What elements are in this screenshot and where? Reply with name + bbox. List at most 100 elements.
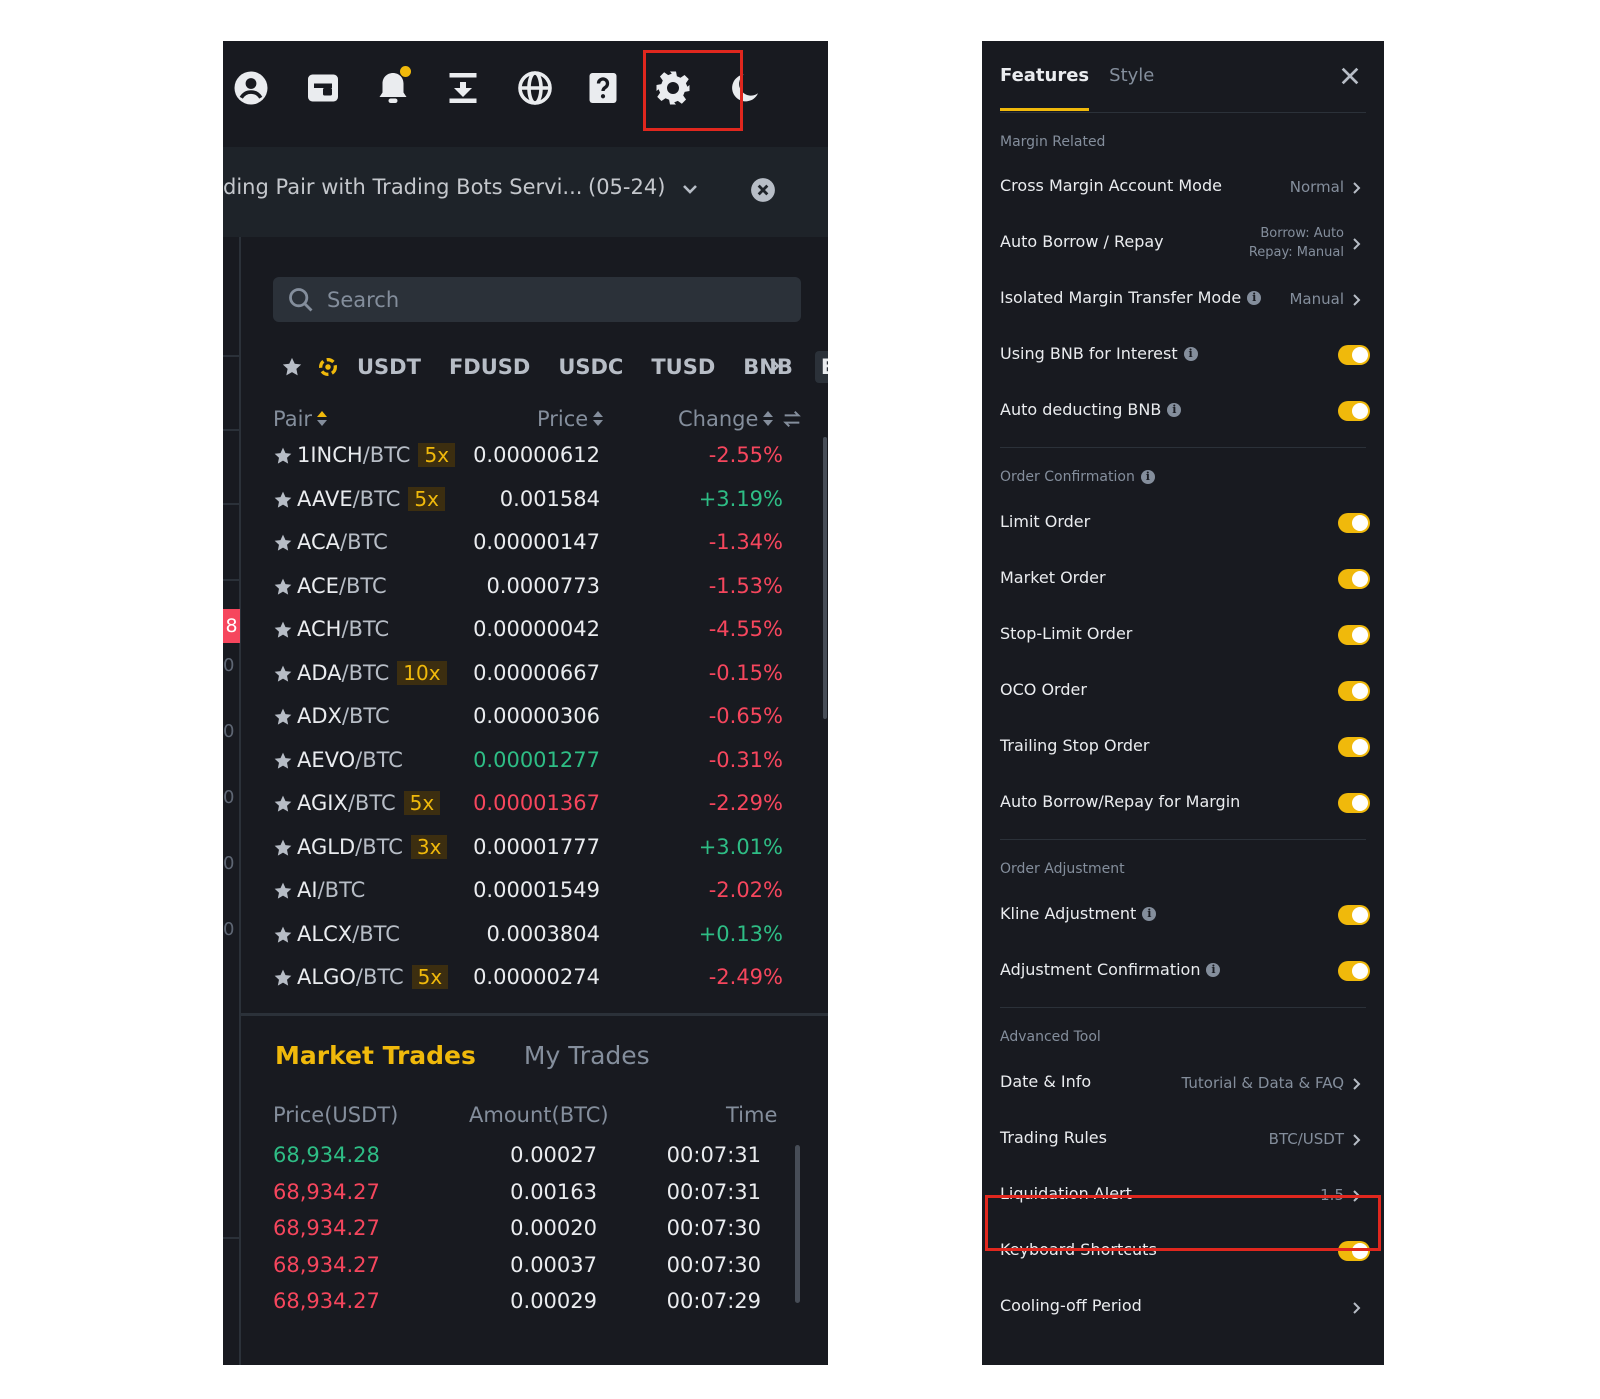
tab-my-trades[interactable]: My Trades [524, 1041, 650, 1070]
search-box[interactable] [273, 277, 801, 322]
favorite-star-icon[interactable] [273, 707, 293, 727]
oco-order-toggle[interactable] [1338, 681, 1370, 701]
price-column-header[interactable]: Price [537, 407, 604, 431]
quote-tab-fdusd[interactable]: FDUSD [443, 351, 536, 383]
auto-deduct-bnb-toggle[interactable] [1338, 401, 1370, 421]
pair-name: ADX/BTC [297, 704, 390, 728]
stop-limit-toggle[interactable] [1338, 625, 1370, 645]
info-icon[interactable]: i [1183, 346, 1198, 361]
trade-time: 00:07:30 [666, 1216, 761, 1240]
favorite-star-icon[interactable] [273, 751, 293, 771]
quote-tab-btc[interactable]: BTC [814, 351, 828, 383]
favorite-star-icon[interactable] [273, 533, 293, 553]
close-icon[interactable] [1339, 65, 1361, 87]
favorite-star-icon[interactable] [273, 968, 293, 988]
change-column-header[interactable]: Change [678, 407, 803, 431]
notification-bell-icon[interactable] [373, 66, 413, 108]
pair-row[interactable]: ACE/BTC 0.0000773 -1.53% [273, 568, 793, 612]
pair-list-scrollbar[interactable] [823, 437, 827, 719]
market-order-toggle[interactable] [1338, 569, 1370, 589]
chevron-right-icon [1350, 1300, 1364, 1314]
pair-column-header[interactable]: Pair [273, 407, 328, 431]
pair-row[interactable]: ADX/BTC 0.00000306 -0.65% [273, 698, 793, 742]
trade-time: 00:07:29 [666, 1289, 761, 1313]
favorite-star-icon[interactable] [273, 490, 293, 510]
pair-row[interactable]: AI/BTC 0.00001549 -2.02% [273, 872, 793, 916]
chevron-down-icon[interactable] [678, 177, 702, 201]
favorite-star-icon[interactable] [273, 838, 293, 858]
setting-auto-borrow-repay[interactable]: Auto Borrow / Repay Borrow: Auto Repay: M… [982, 215, 1384, 271]
pair-price: 0.0003804 [486, 921, 600, 946]
bnb-interest-toggle[interactable] [1338, 345, 1370, 365]
favorite-star-icon[interactable] [273, 881, 293, 901]
quote-tab-tusd[interactable]: TUSD [645, 351, 721, 383]
trades-tabs: Market Trades My Trades [275, 1041, 698, 1070]
setting-cooling-off-period[interactable]: Cooling-off Period [982, 1279, 1384, 1335]
info-icon[interactable]: i [1140, 470, 1155, 484]
setting-label: OCO Order [1000, 680, 1087, 699]
tab-features[interactable]: Features [1000, 65, 1090, 111]
favorites-star-icon[interactable] [281, 356, 303, 378]
info-icon[interactable]: i [1142, 906, 1157, 921]
pair-row[interactable]: AEVO/BTC 0.00001277 -0.31% [273, 742, 793, 786]
search-input[interactable] [327, 277, 787, 322]
pair-row[interactable]: AGIX/BTC 5x 0.00001367 -2.29% [273, 785, 793, 829]
wallet-icon[interactable] [303, 68, 343, 108]
pair-base: ACE [297, 573, 339, 598]
favorite-star-icon[interactable] [273, 446, 293, 466]
section-order-confirmation: Order Confirmation i [1000, 469, 1155, 485]
setting-isolated-transfer-mode[interactable]: Isolated Margin Transfer Mode i Manual [982, 271, 1384, 327]
pair-row[interactable]: AAVE/BTC 5x 0.001584 +3.19% [273, 481, 793, 525]
account-icon[interactable] [231, 68, 271, 108]
hot-filter-icon[interactable] [317, 356, 339, 378]
favorite-star-icon[interactable] [273, 620, 293, 640]
favorite-star-icon[interactable] [273, 664, 293, 684]
kline-adjustment-toggle[interactable] [1338, 905, 1370, 925]
trailing-stop-toggle[interactable] [1338, 737, 1370, 757]
section-advanced-tool: Advanced Tool [1000, 1029, 1101, 1045]
setting-cross-margin-mode[interactable]: Cross Margin Account Mode Normal [982, 159, 1384, 215]
chevron-right-icon[interactable] [763, 351, 787, 381]
pair-base: ADX [297, 704, 342, 728]
pair-row[interactable]: ACH/BTC 0.00000042 -4.55% [273, 611, 793, 655]
download-icon[interactable] [443, 68, 483, 108]
trade-amount: 0.00027 [510, 1143, 597, 1167]
quote-tab-usdt[interactable]: USDT [351, 351, 427, 383]
pair-row[interactable]: ADA/BTC 10x 0.00000667 -0.15% [273, 655, 793, 699]
pair-quote: /BTC [355, 747, 403, 772]
setting-trading-rules[interactable]: Trading Rules BTC/USDT [982, 1111, 1384, 1167]
pair-price: 0.00000042 [473, 617, 600, 641]
setting-date-info[interactable]: Date & Info Tutorial & Data & FAQ [982, 1055, 1384, 1111]
close-circle-icon[interactable] [750, 177, 776, 203]
adjustment-confirmation-toggle[interactable] [1338, 961, 1370, 981]
setting-bnb-interest: Using BNB for Interest i [982, 327, 1384, 383]
pair-row[interactable]: 1INCH/BTC 5x 0.00000612 -2.55% [273, 437, 793, 481]
tab-style[interactable]: Style [1109, 65, 1154, 111]
announcement-bar[interactable]: ding Pair with Trading Bots Servi... (05… [223, 147, 828, 237]
trades-scrollbar[interactable] [795, 1145, 800, 1303]
swap-arrows-icon[interactable] [781, 408, 803, 430]
favorite-star-icon[interactable] [273, 925, 293, 945]
pair-row[interactable]: ALGO/BTC 5x 0.00000274 -2.49% [273, 959, 793, 1003]
limit-order-toggle[interactable] [1338, 513, 1370, 533]
favorite-star-icon[interactable] [273, 577, 293, 597]
globe-icon[interactable] [515, 68, 555, 108]
setting-auto-borrow-margin: Auto Borrow/Repay for Margin [982, 775, 1384, 831]
info-icon[interactable]: i [1247, 290, 1262, 305]
tab-market-trades[interactable]: Market Trades [275, 1041, 476, 1070]
quote-tab-usdc[interactable]: USDC [552, 351, 629, 383]
pair-row[interactable]: ALCX/BTC 0.0003804 +0.13% [273, 916, 793, 960]
info-icon[interactable]: i [1206, 962, 1221, 977]
trade-row: 68,934.27 0.00029 00:07:29 [273, 1287, 779, 1324]
info-icon[interactable]: i [1167, 402, 1182, 417]
pair-header-label: Pair [273, 407, 313, 431]
announcement-text[interactable]: ding Pair with Trading Bots Servi... [223, 175, 582, 199]
auto-borrow-margin-toggle[interactable] [1338, 793, 1370, 813]
pair-row[interactable]: ACA/BTC 0.00000147 -1.34% [273, 524, 793, 568]
trade-row: 68,934.28 0.00027 00:07:31 [273, 1141, 779, 1178]
favorite-star-icon[interactable] [273, 794, 293, 814]
pair-row[interactable]: AGLD/BTC 3x 0.00001777 +3.01% [273, 829, 793, 873]
pair-price: 0.00000147 [473, 530, 600, 554]
help-center-icon[interactable] [583, 68, 623, 108]
pair-quote: /BTC [362, 443, 411, 467]
